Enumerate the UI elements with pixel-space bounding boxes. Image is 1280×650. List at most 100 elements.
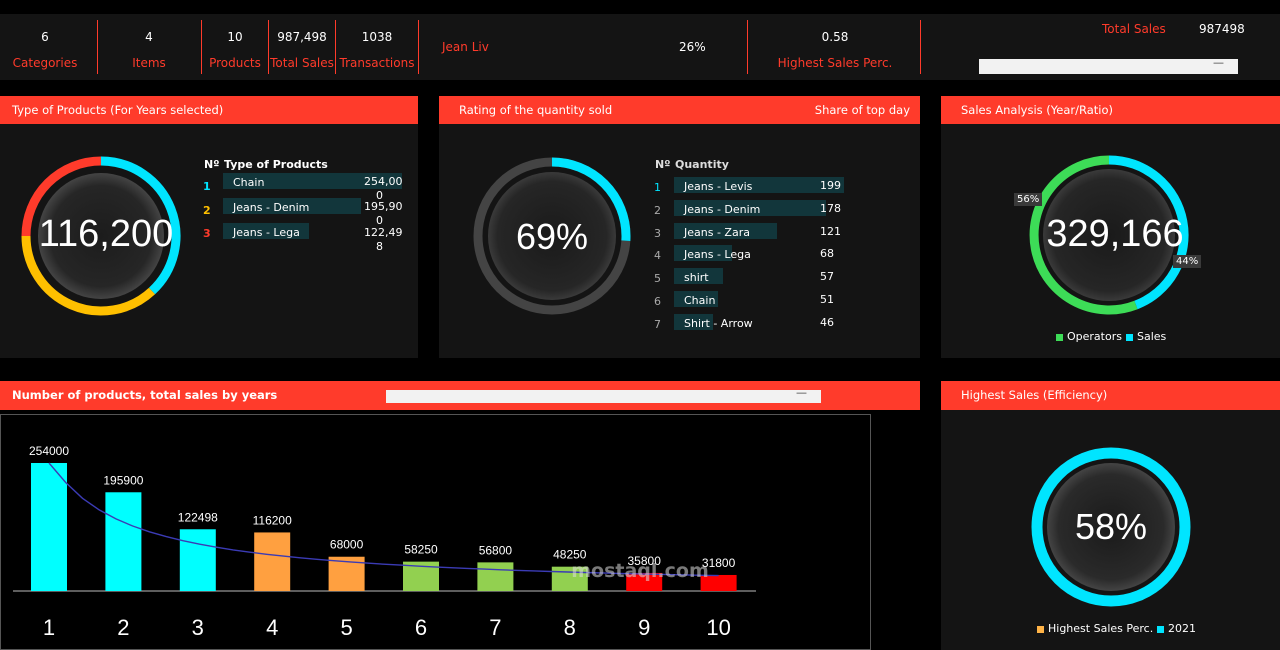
row-no: 1 xyxy=(654,181,661,194)
row-qty: 46 xyxy=(820,315,834,329)
col-type: Type of Products xyxy=(224,158,328,171)
total-sales-value: 987498 xyxy=(1199,22,1245,36)
x-tick-label: 10 xyxy=(706,615,730,640)
data-label: 116200 xyxy=(253,513,292,527)
legend-swatch xyxy=(1056,333,1063,341)
kpi-strip: 6 Categories 4 Items 10 Products 987,498… xyxy=(0,14,1280,80)
row-value: 195,90 xyxy=(364,200,403,213)
row-no: 3 xyxy=(203,227,211,240)
total-sales-label: Total Sales xyxy=(1102,22,1166,36)
panel-header: Rating of the quantity sold Share of top… xyxy=(439,96,920,124)
row-no: 5 xyxy=(654,272,661,286)
bar xyxy=(31,463,67,591)
bar xyxy=(254,532,291,591)
donut-center-value: 116,200 xyxy=(38,213,174,255)
legend-swatch xyxy=(1037,625,1044,633)
row-label: Chain xyxy=(684,294,716,307)
panel-title: Rating of the quantity sold xyxy=(459,103,613,117)
panel-title: Sales Analysis (Year/Ratio) xyxy=(961,103,1114,117)
kpi-value: 1038 xyxy=(361,30,393,44)
legend-label: Operators xyxy=(1067,330,1122,343)
x-tick-label: 1 xyxy=(43,615,55,640)
data-label: 56800 xyxy=(479,543,513,557)
divider xyxy=(747,20,748,74)
kpi-products: 10 Products xyxy=(204,14,266,80)
legend-swatch xyxy=(1157,625,1164,633)
row-label: Jeans - Lega xyxy=(684,248,751,262)
legend-2021: 2021 xyxy=(1157,622,1196,635)
pct-badge-operators: 56% xyxy=(1014,193,1043,206)
kpi-value: 987,498 xyxy=(277,30,327,44)
x-tick-label: 2 xyxy=(117,615,129,640)
row-qty: 199 xyxy=(820,179,841,192)
legend-operators: Operators xyxy=(1056,330,1122,343)
data-label: 58250 xyxy=(404,543,438,557)
slicer-dash: — xyxy=(1213,56,1224,69)
col-quantity: Quantity xyxy=(675,158,729,171)
row-label: Jeans - Denim xyxy=(684,202,761,216)
bar xyxy=(105,492,142,591)
legend-label: Highest Sales Perc. xyxy=(1048,622,1154,635)
ring-center-value: 329,166 xyxy=(1046,213,1184,255)
kpi-label: Products xyxy=(209,56,261,70)
legend-highest-sales: Highest Sales Perc. xyxy=(1037,622,1153,635)
kpi-label: Total Sales xyxy=(270,56,334,70)
x-tick-label: 6 xyxy=(415,615,427,640)
kpi-label: Items xyxy=(132,56,166,70)
kpi-value: 10 xyxy=(227,30,243,44)
row-label: Shirt - Arrow xyxy=(684,316,753,330)
panel-header: Highest Sales (Efficiency) xyxy=(941,381,1280,410)
top-seller-percent: 26% xyxy=(679,40,706,54)
gauge-center-value: 69% xyxy=(515,216,589,257)
panel-header: Type of Products (For Years selected) xyxy=(0,96,418,124)
kpi-total-sales: 987,498 Total Sales xyxy=(269,14,335,80)
divider xyxy=(201,20,202,74)
row-qty: 121 xyxy=(820,224,841,238)
row-label: Jeans - Zara xyxy=(684,225,750,239)
divider xyxy=(335,20,336,74)
col-no: Nº xyxy=(655,158,671,171)
panel-highest-sales: Highest Sales (Efficiency) 58% Highest S… xyxy=(941,381,1280,650)
pct-badge-sales: 44% xyxy=(1173,255,1202,268)
row-label: Jeans - Levis xyxy=(684,180,753,193)
row-label: Jeans - Lega xyxy=(233,226,300,239)
year-slicer[interactable]: — xyxy=(386,386,821,403)
trend-line xyxy=(48,462,719,577)
panel-sales-by-year: Number of products, total sales by years… xyxy=(0,381,920,650)
panel-product-types: Type of Products (For Years selected) 11… xyxy=(0,96,418,358)
legend-label: Sales xyxy=(1137,330,1167,343)
panel-title: Type of Products (For Years selected) xyxy=(12,103,224,117)
data-label: 254000 xyxy=(29,444,69,458)
x-tick-label: 3 xyxy=(192,615,204,640)
panel-title: Highest Sales (Efficiency) xyxy=(961,388,1108,402)
panel-quantity-rating: Rating of the quantity sold Share of top… xyxy=(439,96,920,358)
kpi-items: 4 Items xyxy=(104,14,194,80)
kpi-categories: 6 Categories xyxy=(0,14,90,80)
slicer-bar[interactable]: — xyxy=(979,56,1238,74)
legend-sales: Sales xyxy=(1126,330,1166,343)
row-qty: 68 xyxy=(820,247,834,261)
panel-title: Number of products, total sales by years xyxy=(12,388,278,402)
slicer-dash: — xyxy=(796,386,807,399)
kpi-value: 0.58 xyxy=(821,30,849,44)
x-tick-label: 9 xyxy=(638,615,650,640)
efficiency-value: 58% xyxy=(1074,506,1148,547)
row-no: 2 xyxy=(203,204,211,217)
kpi-value: 4 xyxy=(145,30,153,44)
row-no: 6 xyxy=(654,295,661,308)
row-qty: 178 xyxy=(820,201,841,215)
bar-chart: 254000 1 195900 2 122498 3 116200 4 68000 5 58250 6… xyxy=(0,414,871,650)
row-label: Chain xyxy=(233,176,265,189)
row-no: 7 xyxy=(654,317,661,331)
bar xyxy=(477,562,514,591)
panel-title-right: Share of top day xyxy=(814,103,910,117)
kpi-highest-sales: 0.58 Highest Sales Perc. xyxy=(760,14,910,80)
data-label: 195900 xyxy=(103,473,143,487)
data-label: 68000 xyxy=(330,538,364,552)
row-label: Jeans - Denim xyxy=(233,201,310,214)
x-tick-label: 5 xyxy=(340,615,352,640)
divider xyxy=(97,20,98,74)
bar xyxy=(179,529,216,591)
kpi-label: Transactions xyxy=(339,56,415,70)
kpi-label: Categories xyxy=(12,56,78,70)
